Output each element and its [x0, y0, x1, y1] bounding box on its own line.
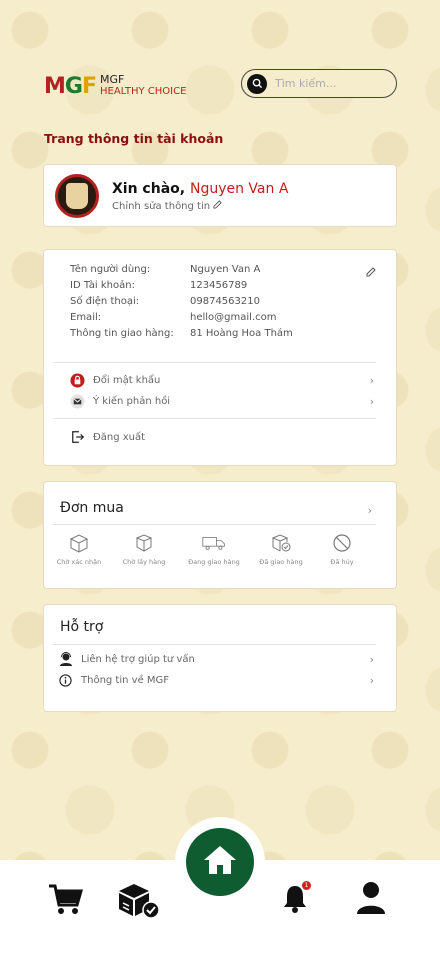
order-status-shipping[interactable]: Đang giao hàng	[179, 532, 249, 566]
order-status-label: Chờ xác nhận	[56, 558, 102, 566]
info-value-id: 123456789	[190, 280, 248, 291]
home-button[interactable]	[175, 817, 265, 907]
about-mgf-label: Thông tin về MGF	[81, 674, 170, 686]
chevron-right-icon: ›	[369, 652, 374, 666]
support-title: Hỗ trợ	[60, 619, 104, 635]
page-title: Trang thông tin tài khoản	[44, 131, 224, 146]
brand-logo[interactable]: MGF MGF HEALTHY CHOICE	[44, 68, 199, 104]
logo-text: MGF HEALTHY CHOICE	[100, 74, 186, 98]
divider	[53, 644, 376, 645]
orders-icon[interactable]	[115, 880, 161, 920]
lock-icon	[70, 372, 85, 388]
search-input[interactable]	[275, 77, 385, 90]
chevron-right-icon: ›	[369, 373, 374, 387]
search-bar[interactable]	[241, 69, 397, 98]
bell-icon: 1	[282, 881, 311, 917]
info-icon	[58, 673, 73, 688]
search-icon[interactable]	[247, 73, 267, 94]
order-status-cancelled[interactable]: Đã hủy	[307, 532, 377, 566]
greeting-text: Xin chào,	[112, 181, 186, 197]
order-status-label: Đang giao hàng	[188, 558, 240, 566]
info-value-username: Nguyen Van A	[190, 264, 261, 275]
change-password-item[interactable]: Đổi mật khẩu ›	[70, 372, 374, 388]
orders-card: Đơn mua › Chờ xác nhận Chờ lấy hàng Đang…	[43, 481, 397, 589]
chevron-right-icon: ›	[369, 673, 374, 687]
order-status-label: Đã hủy	[330, 558, 354, 566]
feedback-item[interactable]: Ý kiến phản hồi ›	[70, 393, 374, 409]
account-info-card: Tên người dùng: Nguyen Van A ID Tài khoả…	[43, 249, 397, 466]
cart-icon[interactable]	[46, 880, 86, 920]
divider	[53, 524, 376, 525]
logo-line-1: MGF	[100, 73, 125, 86]
notification-badge: 1	[302, 881, 311, 890]
notification-button[interactable]: 1	[280, 881, 311, 917]
divider	[53, 418, 376, 419]
home-button-circle	[186, 828, 254, 896]
chevron-right-icon[interactable]: ›	[368, 504, 372, 517]
header: MGF MGF HEALTHY CHOICE	[0, 60, 440, 110]
home-icon	[202, 844, 238, 880]
logout-label: Đăng xuất	[93, 431, 146, 443]
chevron-right-icon: ›	[369, 394, 374, 408]
info-value-shipping: 81 Hoàng Hoa Thám	[190, 328, 293, 339]
support-card: Hỗ trợ Liên hệ trợ giúp tư vấn › Thông t…	[43, 604, 397, 712]
support-agent-icon	[58, 651, 73, 667]
info-label-shipping: Thông tin giao hàng:	[70, 328, 174, 339]
info-label-username: Tên người dùng:	[70, 264, 151, 275]
about-mgf-item[interactable]: Thông tin về MGF ›	[58, 672, 374, 688]
user-name: Nguyen Van A	[189, 181, 289, 197]
edit-icon	[213, 200, 222, 212]
info-label-phone: Số điện thoại:	[70, 296, 140, 307]
order-status-label: Đã giao hàng	[259, 558, 303, 566]
box-icon	[132, 532, 156, 554]
order-status-label: Chờ lấy hàng	[122, 558, 166, 566]
logout-item[interactable]: Đăng xuất	[70, 429, 374, 445]
greeting: Xin chào, Nguyen Van A	[112, 181, 288, 197]
logo-mark: MGF	[44, 73, 97, 99]
edit-info-icon[interactable]	[366, 262, 376, 281]
order-status-delivered[interactable]: Đã giao hàng	[246, 532, 316, 566]
info-label-email: Email:	[70, 312, 102, 323]
user-icon[interactable]	[354, 880, 388, 916]
order-status-pending[interactable]: Chờ xác nhận	[44, 532, 114, 566]
info-label-id: ID Tài khoản:	[70, 280, 135, 291]
truck-icon	[202, 532, 226, 554]
profile-card: Xin chào, Nguyen Van A Chỉnh sửa thông t…	[43, 164, 397, 227]
mail-icon	[70, 393, 85, 409]
support-contact-item[interactable]: Liên hệ trợ giúp tư vấn ›	[58, 651, 374, 667]
orders-title[interactable]: Đơn mua	[60, 500, 124, 516]
box-delivered-icon	[269, 532, 293, 554]
cancel-icon	[330, 532, 354, 554]
support-contact-label: Liên hệ trợ giúp tư vấn	[81, 653, 195, 665]
avatar[interactable]	[55, 174, 99, 218]
order-status-awaiting-pickup[interactable]: Chờ lấy hàng	[109, 532, 179, 566]
box-open-icon	[67, 532, 91, 554]
divider	[53, 362, 376, 363]
feedback-label: Ý kiến phản hồi	[93, 395, 171, 407]
edit-profile-link[interactable]: Chỉnh sửa thông tin	[112, 200, 222, 212]
change-password-label: Đổi mật khẩu	[93, 374, 161, 386]
info-value-email: hello@gmail.com	[190, 312, 277, 323]
info-value-phone: 09874563210	[190, 296, 260, 307]
edit-profile-label: Chỉnh sửa thông tin	[112, 200, 211, 212]
logo-line-2: HEALTHY CHOICE	[100, 86, 187, 97]
logout-icon	[70, 430, 85, 445]
